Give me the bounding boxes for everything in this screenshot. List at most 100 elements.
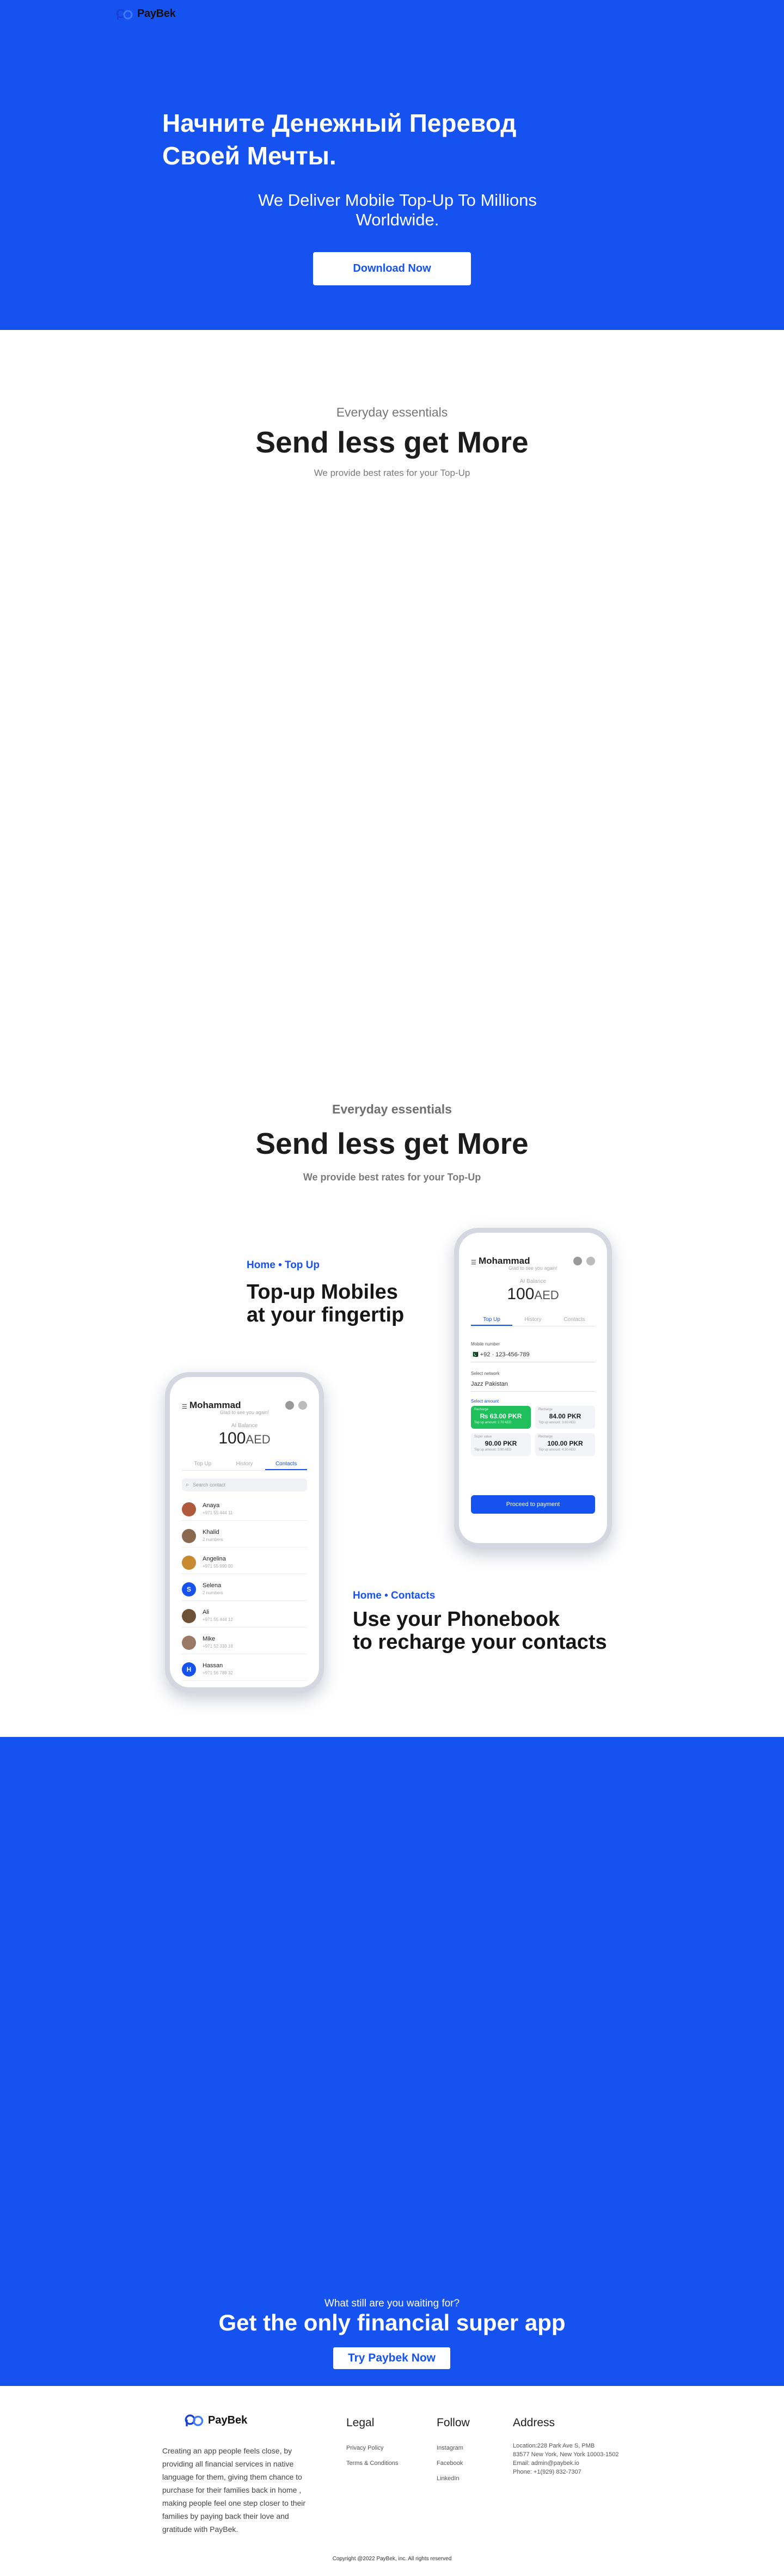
linkedin-link[interactable]: LinkedIn: [437, 2475, 460, 2482]
contact-name: Anaya: [203, 1502, 220, 1509]
profile-icon[interactable]: [586, 1257, 595, 1265]
feature-contacts-title: Use your Phonebook to recharge your cont…: [353, 1608, 607, 1654]
network-label: Select network: [471, 1371, 500, 1376]
download-now-button[interactable]: Download Now: [313, 252, 471, 285]
mobile-number-label: Mobile number: [471, 1342, 500, 1347]
footer-logo[interactable]: PayBek: [184, 2413, 247, 2427]
contact-name: Angelina: [203, 1556, 226, 1562]
hero-subtitle: We Deliver Mobile Top-Up To Millions Wor…: [258, 191, 537, 229]
contact-number: 2 numbers: [203, 1537, 223, 1542]
profile-icon[interactable]: [298, 1401, 307, 1410]
instagram-link[interactable]: Instagram: [437, 2445, 463, 2451]
avatar: H: [182, 1662, 196, 1676]
feature-topup-title-line1: Top-up Mobiles: [247, 1281, 398, 1304]
phone-mockup-contacts: ☰ Mohammad Glad to see you again! AI Bal…: [165, 1372, 324, 1692]
proceed-to-payment-button[interactable]: Proceed to payment: [471, 1495, 595, 1514]
facebook-link[interactable]: Facebook: [437, 2460, 463, 2467]
plan-sub: Top up amount: 3.90 AED: [474, 1448, 512, 1452]
phone-topup-balance-label: AI Balance: [519, 1278, 547, 1284]
contact-row[interactable]: Mike +971 52 333 18: [182, 1631, 307, 1654]
plan-card[interactable]: Recharge 84.00 PKR Top up amount: 3.60 A…: [535, 1406, 595, 1429]
copyright: Copyright @2022 PayBek, inc. All rights …: [332, 2556, 452, 2562]
avatar: [182, 1502, 196, 1516]
privacy-policy-link[interactable]: Privacy Policy: [346, 2445, 383, 2451]
tab-history[interactable]: History: [512, 1314, 554, 1326]
address-line: 83577 New York, New York 10003-1502: [513, 2451, 619, 2458]
notification-icon[interactable]: [573, 1257, 582, 1265]
network-select[interactable]: Jazz Pakistan: [471, 1376, 595, 1392]
contact-name: Khalid: [203, 1529, 219, 1535]
avatar: [182, 1609, 196, 1623]
avatar: [182, 1556, 196, 1570]
phone-topup-greeting: Glad to see you again!: [508, 1265, 558, 1271]
footer-logo-text: PayBek: [208, 2414, 248, 2426]
essentials-title-2: Send less get More: [255, 1127, 529, 1160]
plan-type: Recharge: [474, 1408, 489, 1411]
feature-contacts-title-line1: Use your Phonebook: [353, 1608, 560, 1631]
paybek-logo-icon: [116, 9, 133, 20]
contact-row[interactable]: Ali +971 55 444 12: [182, 1605, 307, 1627]
header-logo[interactable]: PayBek: [115, 8, 176, 20]
address-line: Location:228 Park Ave S, PMB: [513, 2443, 595, 2449]
mobile-number-field[interactable]: 🇵🇰 +92 · 123-456-789: [471, 1347, 595, 1362]
phone-contacts-user: Mohammad: [189, 1400, 241, 1410]
contact-number: +971 55 990 00: [203, 1564, 233, 1569]
phone-screen-contacts: ☰ Mohammad Glad to see you again! AI Bal…: [170, 1377, 319, 1687]
tab-contacts[interactable]: Contacts: [265, 1459, 308, 1470]
essentials-subtitle: We provide best rates for your Top-Up: [314, 468, 470, 478]
contact-row[interactable]: Khalid 2 numbers: [182, 1525, 307, 1547]
footer-follow-title: Follow: [437, 2416, 470, 2429]
phone-topup-tabs: Top Up History Contacts: [471, 1314, 595, 1326]
phone-topup-balance-value: 100: [507, 1285, 535, 1303]
notification-icon[interactable]: [285, 1401, 294, 1410]
contact-number: +971 55 444 11: [203, 1510, 233, 1515]
contact-row[interactable]: S Selena 2 numbers: [182, 1578, 307, 1601]
contact-name: Selena: [203, 1582, 222, 1589]
phone-topup-balance: 100AED: [459, 1285, 607, 1304]
header-logo-text: PayBek: [137, 8, 176, 20]
feature-contacts-title-line2: to recharge your contacts: [353, 1631, 607, 1654]
contact-row[interactable]: Anaya +971 55 444 11: [182, 1498, 307, 1521]
avatar: [182, 1636, 196, 1650]
avatar: [182, 1529, 196, 1543]
plan-card[interactable]: Recharge 100.00 PKR Top up amount: 4.30 …: [535, 1433, 595, 1456]
amount-label: Select amount: [471, 1399, 499, 1404]
tab-contacts[interactable]: Contacts: [554, 1314, 595, 1326]
tab-top-up[interactable]: Top Up: [471, 1314, 512, 1326]
phone-topup-balance-currency: AED: [534, 1288, 559, 1302]
contact-row[interactable]: H Hassan +971 56 789 32: [182, 1658, 307, 1681]
terms-link[interactable]: Terms & Conditions: [346, 2460, 398, 2467]
contact-row[interactable]: Angelina +971 55 990 00: [182, 1551, 307, 1574]
feature-topup-tag[interactable]: Home • Top Up: [247, 1259, 320, 1271]
contact-name: Hassan: [203, 1662, 223, 1669]
cta-title: Get the only financial super app: [218, 2310, 566, 2335]
plan-type: Recharge: [538, 1408, 553, 1411]
feature-topup-title: Top-up Mobiles at your fingertip: [247, 1281, 404, 1326]
tab-top-up[interactable]: Top Up: [182, 1459, 224, 1470]
plan-type: Super value: [474, 1435, 492, 1439]
cta-kicker: What still are you waiting for?: [324, 2298, 460, 2309]
plan-sub: Top up amount: 3.60 AED: [538, 1421, 576, 1424]
feature-topup-title-line2: at your fingertip: [247, 1304, 405, 1326]
plan-amount: 100.00 PKR: [547, 1440, 583, 1447]
plan-card[interactable]: Super value 90.00 PKR Top up amount: 3.9…: [471, 1433, 531, 1456]
contact-number: 2 numbers: [203, 1590, 223, 1595]
essentials-section-1: Everyday essentials Send less get More W…: [0, 330, 784, 1087]
tab-history[interactable]: History: [224, 1459, 266, 1470]
contact-name: Mike: [203, 1636, 216, 1642]
hero-section: PayBek Начните Денежный Перевод Своей Ме…: [0, 0, 784, 330]
contact-search-input[interactable]: Search contact: [182, 1478, 307, 1491]
phone-contacts-greeting: Glad to see you again!: [219, 1410, 270, 1415]
phone-contacts-balance-currency: AED: [246, 1433, 271, 1446]
plan-amount: ₨ 63.00 PKR: [480, 1412, 522, 1420]
essentials-subtitle-2: We provide best rates for your Top-Up: [303, 1172, 481, 1183]
plan-card[interactable]: Recharge ₨ 63.00 PKR Top up amount: 2.70…: [471, 1406, 531, 1429]
plan-amount: 84.00 PKR: [549, 1412, 581, 1420]
contact-number: +971 52 333 18: [203, 1644, 233, 1649]
footer-description: Creating an app people feels close, by p…: [162, 2446, 306, 2534]
plan-sub: Top up amount: 4.30 AED: [538, 1448, 576, 1452]
address-email[interactable]: Email: admin@paybek.io: [513, 2460, 579, 2467]
try-paybek-button[interactable]: Try Paybek Now: [333, 2347, 450, 2369]
address-phone[interactable]: Phone: +1(929) 832-7307: [513, 2469, 581, 2475]
feature-contacts-tag[interactable]: Home • Contacts: [353, 1590, 435, 1602]
